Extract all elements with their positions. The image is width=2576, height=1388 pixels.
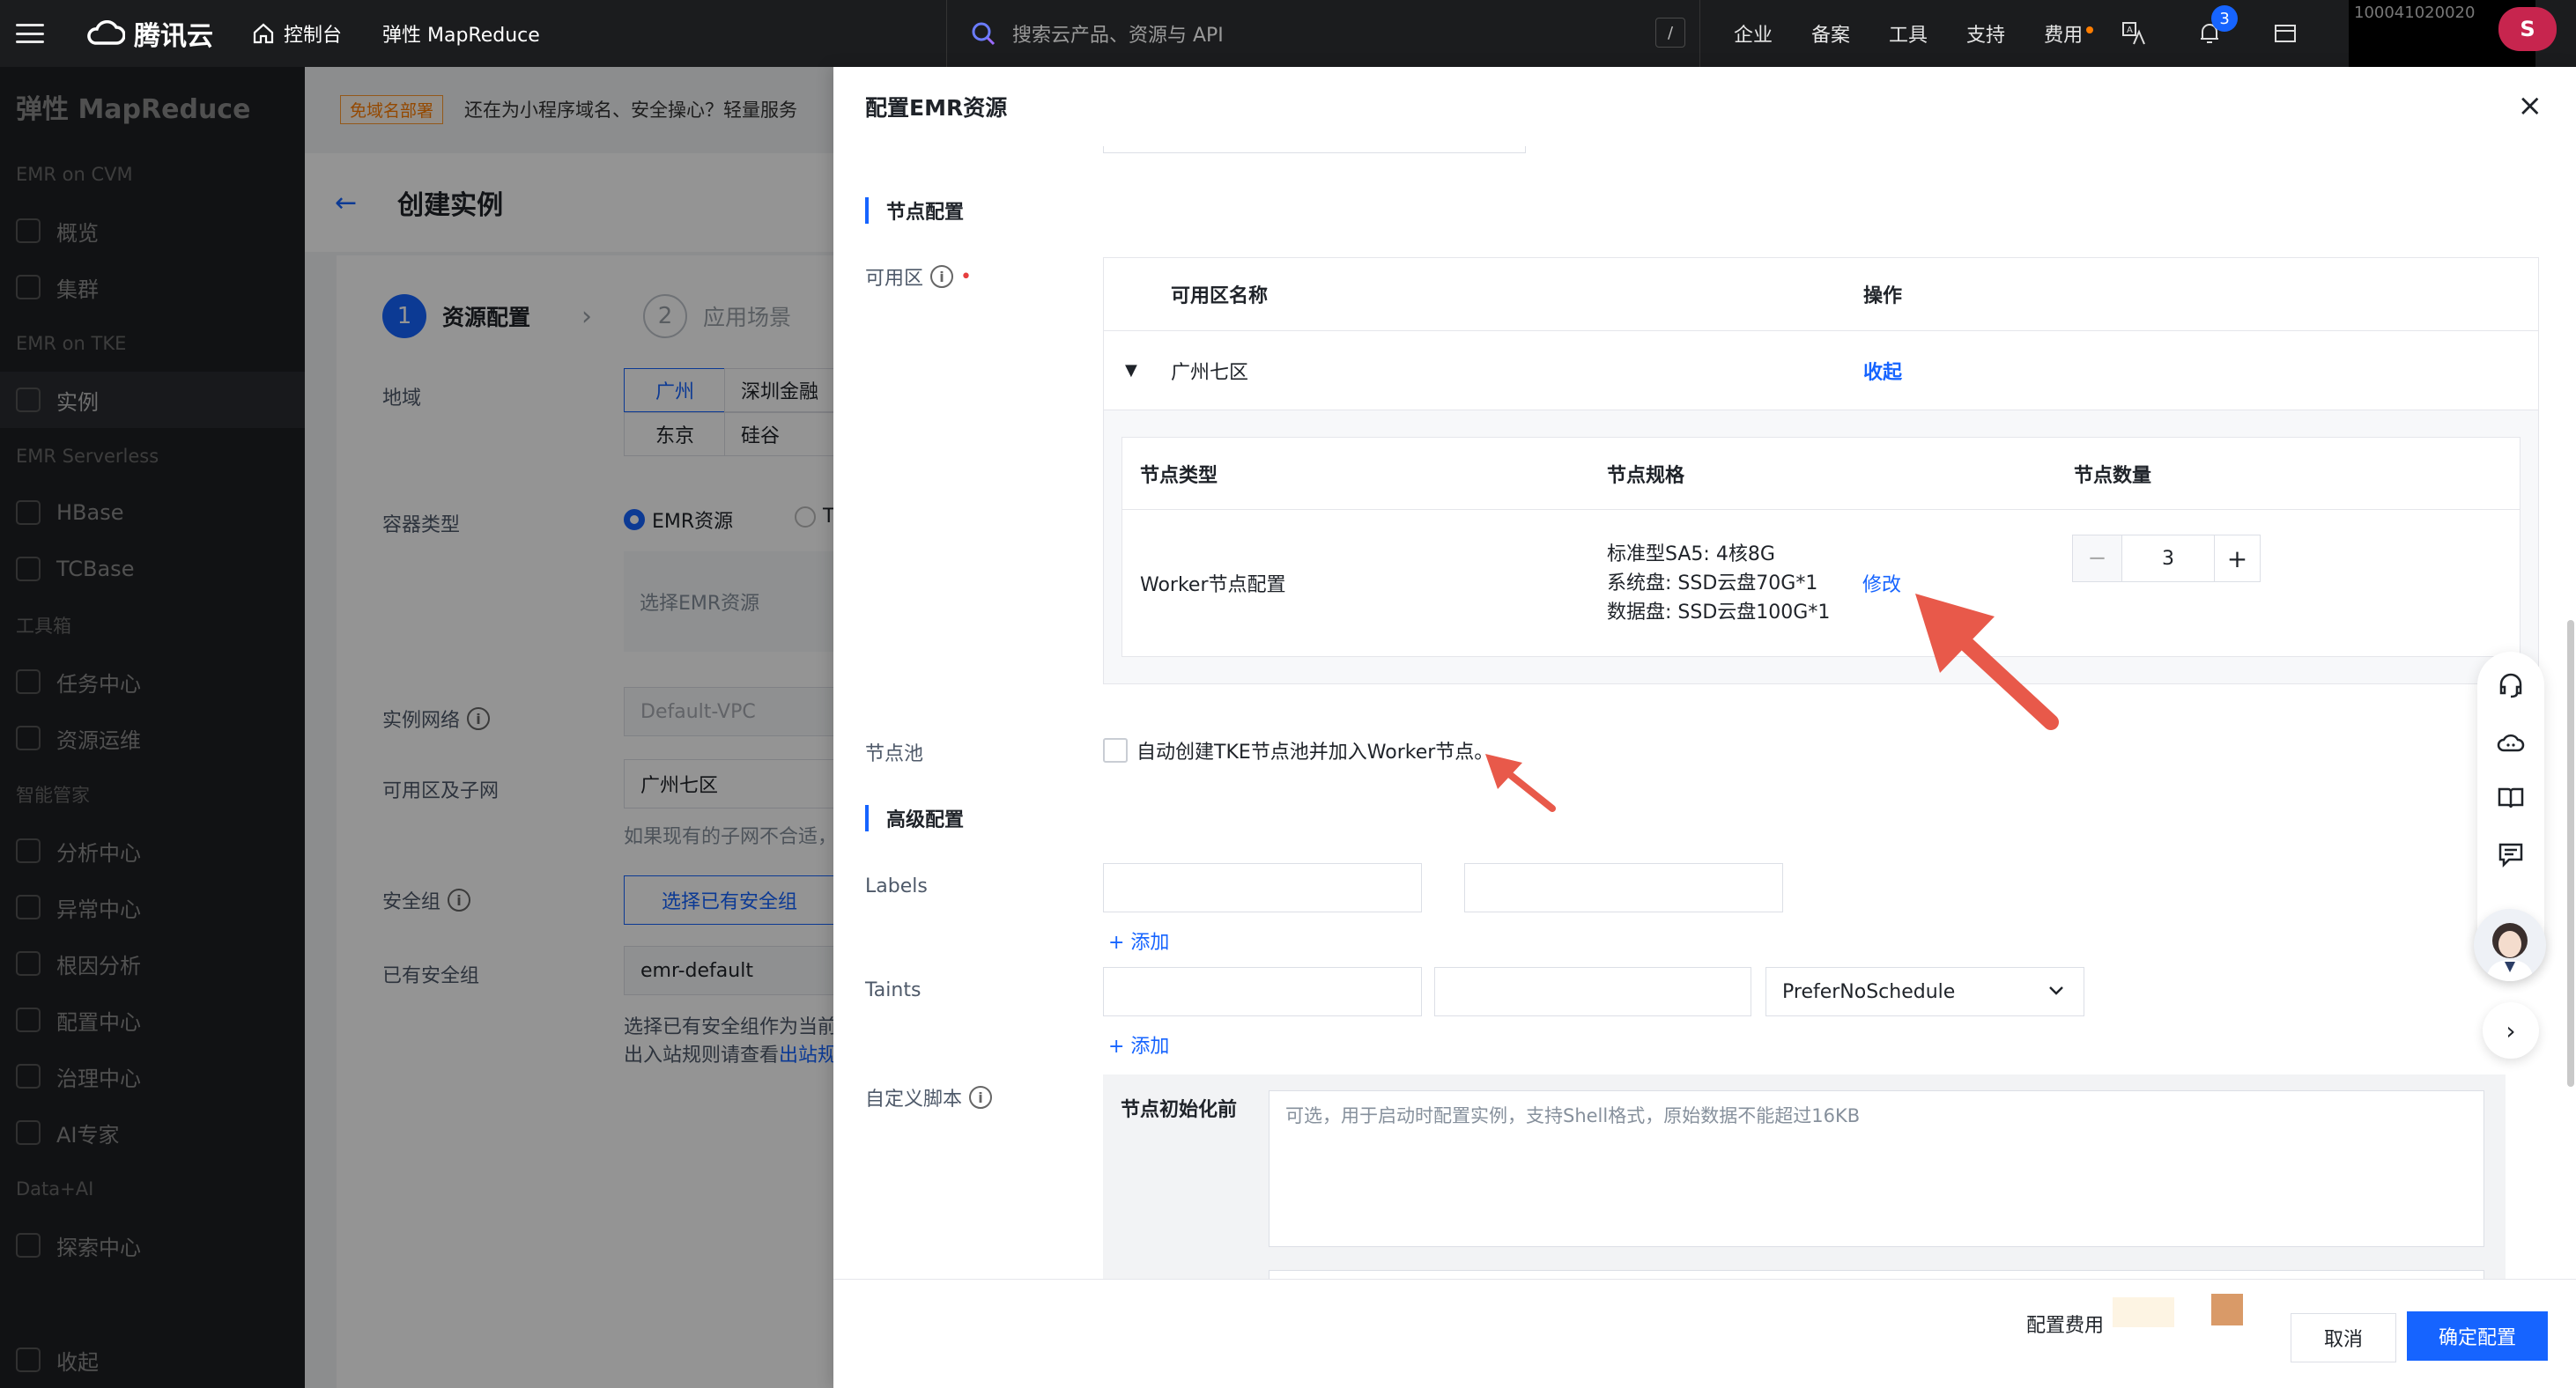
col-node-spec: 节点规格 (1607, 464, 1685, 487)
brand-name: 腾讯云 (134, 21, 213, 52)
feedback-icon[interactable] (2497, 840, 2525, 868)
cancel-button[interactable]: 取消 (2291, 1313, 2396, 1362)
global-search[interactable]: 搜索云产品、资源与 API / (946, 0, 1700, 67)
cloud-chat-icon[interactable] (2497, 727, 2525, 756)
zone-name: 广州七区 (1171, 361, 1249, 384)
tencent-cloud-logo[interactable]: 腾讯云 (85, 14, 213, 53)
billing-icon[interactable] (2273, 21, 2298, 46)
modify-spec-link[interactable]: 修改 (1862, 569, 1901, 597)
cloud-logo-icon (87, 20, 125, 45)
node-pool-text[interactable]: 自动创建TKE节点池并加入Worker节点。 (1136, 736, 1493, 764)
col-node-count: 节点数量 (2074, 464, 2152, 487)
confirm-config-button[interactable]: 确定配置 (2407, 1311, 2548, 1361)
language-icon[interactable]: A (2121, 21, 2146, 46)
labels-label: Labels (865, 875, 928, 897)
product-name-link[interactable]: 弹性 MapReduce (382, 19, 540, 48)
drawer-footer: 配置费用 取消 确定配置 (833, 1279, 2576, 1388)
increment-button[interactable]: + (2214, 535, 2260, 581)
info-icon[interactable]: i (969, 1086, 993, 1109)
az-label: 可用区 (865, 268, 924, 290)
nav-fee[interactable]: 费用 (2044, 19, 2094, 48)
node-count-stepper: − 3 + (2072, 535, 2261, 582)
node-pool-label: 节点池 (865, 743, 924, 765)
config-emr-drawer: 配置EMR资源 × 节点配置 可用区 i • 可用区名称 操作 ▼ 广州七区 收… (833, 67, 2576, 1388)
nav-enterprise[interactable]: 企业 (1734, 19, 1773, 48)
label-key-input[interactable] (1103, 863, 1422, 912)
nav-beian[interactable]: 备案 (1811, 19, 1850, 48)
zone-table: 可用区名称 操作 ▼ 广州七区 收起 节点类型 节点规格 节点数量 Worker… (1103, 257, 2539, 684)
taints-label: Taints (865, 979, 922, 1001)
nav-support[interactable]: 支持 (1966, 19, 2005, 48)
script-label: 自定义脚本 (865, 1089, 963, 1111)
add-taint-link[interactable]: + 添加 (1108, 1030, 1169, 1059)
chevron-down-icon (2049, 986, 2063, 995)
section-advanced: 高级配置 (865, 805, 964, 831)
caret-down-icon[interactable]: ▼ (1125, 361, 1171, 380)
collapse-zone-link[interactable]: 收起 (1863, 357, 1902, 385)
script-label-row: 自定义脚本 i (865, 1083, 993, 1111)
modal-overlay[interactable] (0, 67, 833, 1388)
notification-badge: 3 (2211, 5, 2239, 32)
top-nav-right: 企业 备案 工具 支持 费用 A 3 (1734, 0, 2349, 67)
book-icon[interactable] (2497, 784, 2525, 812)
col-action: 操作 (1863, 285, 1903, 307)
fee-label: 配置费用 (2026, 1315, 2105, 1337)
search-placeholder: 搜索云产品、资源与 API (1012, 25, 1224, 47)
zone-expand-panel: 节点类型 节点规格 节点数量 Worker节点配置 标准型SA5: 4核8G 系… (1103, 410, 2539, 684)
user-avatar[interactable]: S (2498, 7, 2557, 51)
assistant-avatar-icon (2486, 923, 2534, 981)
menu-button[interactable] (4, 0, 56, 67)
taint-value-input[interactable] (1434, 967, 1751, 1016)
hamburger-icon (16, 24, 44, 43)
node-type: Worker节点配置 (1140, 574, 1286, 596)
notification-button[interactable]: 3 (2197, 5, 2239, 46)
home-icon (253, 23, 274, 44)
spec-data-disk: 数据盘: SSD云盘100G*1 (1607, 601, 1831, 624)
drawer-header: 配置EMR资源 (833, 67, 2576, 146)
init-script-textarea[interactable]: 可选，用于启动时配置实例，支持Shell格式，原始数据不能超过16KB (1269, 1090, 2484, 1247)
info-icon[interactable]: i (930, 265, 954, 288)
close-icon[interactable]: × (2518, 88, 2543, 123)
label-value-input[interactable] (1464, 863, 1783, 912)
decrement-button[interactable]: − (2073, 535, 2122, 581)
nav-tools[interactable]: 工具 (1889, 19, 1928, 48)
col-zone-name: 可用区名称 (1171, 285, 1269, 307)
search-icon (972, 22, 996, 46)
node-spec: 标准型SA5: 4核8G 系统盘: SSD云盘70G*1 数据盘: SSD云盘1… (1607, 540, 1862, 627)
chevron-right-icon[interactable]: › (2483, 1002, 2539, 1059)
spec-instance: 标准型SA5: 4核8G (1607, 543, 1775, 565)
node-table-header: 节点类型 节点规格 节点数量 (1122, 438, 2520, 510)
taint-effect-select[interactable]: PreferNoSchedule (1765, 967, 2084, 1016)
scrollbar[interactable] (2567, 620, 2574, 1087)
taint-effect-value: PreferNoSchedule (1782, 980, 1956, 1003)
search-shortcut-key: / (1655, 18, 1685, 48)
node-table: 节点类型 节点规格 节点数量 Worker节点配置 标准型SA5: 4核8G 系… (1121, 437, 2520, 657)
add-label-link[interactable]: + 添加 (1108, 927, 1169, 955)
section-node-config: 节点配置 (865, 197, 964, 224)
taint-key-input[interactable] (1103, 967, 1422, 1016)
ai-assistant-avatar[interactable] (2474, 909, 2546, 981)
fee-detail-redacted (2211, 1294, 2243, 1325)
node-count-input[interactable]: 3 (2122, 535, 2214, 581)
drawer-title: 配置EMR资源 (865, 95, 1008, 121)
zone-row: ▼ 广州七区 收起 (1103, 331, 2539, 410)
col-node-type: 节点类型 (1140, 464, 1218, 487)
svg-text:A: A (2127, 26, 2133, 35)
headset-icon[interactable] (2497, 671, 2525, 699)
fee-value-redacted (2113, 1297, 2174, 1327)
required-mark: • (960, 265, 972, 288)
spec-system-disk: 系统盘: SSD云盘70G*1 (1607, 572, 1818, 594)
script-before-init-label: 节点初始化前 (1121, 1099, 1238, 1121)
previous-field-edge (1103, 146, 1526, 153)
console-link[interactable]: 控制台 (252, 19, 342, 48)
top-nav-bar: 腾讯云 控制台 弹性 MapReduce 搜索云产品、资源与 API / 企业 … (0, 0, 2576, 76)
zone-table-header: 可用区名称 操作 (1103, 257, 2539, 331)
az-label-row: 可用区 i • (865, 262, 972, 291)
node-row-worker: Worker节点配置 标准型SA5: 4核8G 系统盘: SSD云盘70G*1 … (1122, 510, 2520, 656)
console-label: 控制台 (284, 25, 343, 47)
node-pool-checkbox[interactable] (1103, 738, 1128, 763)
